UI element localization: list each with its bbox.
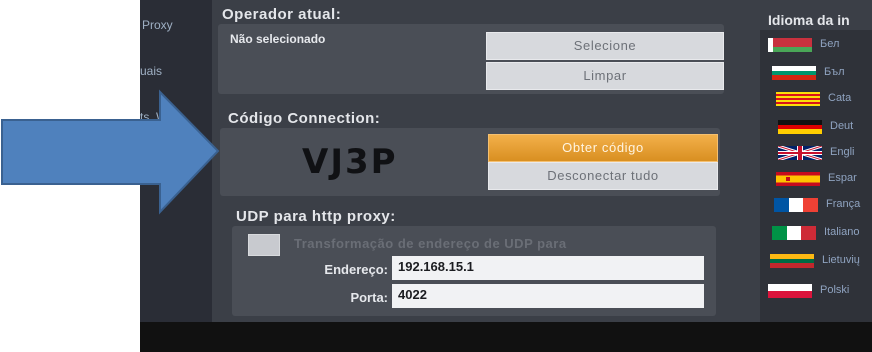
connection-title: Código Connection: (228, 110, 381, 127)
language-title: Idioma da in (768, 12, 850, 28)
language-item-english[interactable]: Engli (778, 142, 872, 164)
language-item-french[interactable]: França (774, 194, 872, 216)
udp-checkbox-label: Transformação de endereço de UDP para (294, 236, 567, 251)
language-item-lithuanian[interactable]: Lietuvių (770, 250, 872, 272)
language-item-bulgarian[interactable]: Бъл (772, 62, 872, 84)
language-label: Бел (820, 38, 840, 50)
lithuania-flag-icon (770, 254, 814, 268)
belarus-flag-icon (768, 38, 812, 52)
language-item-german[interactable]: Deut (778, 116, 872, 138)
language-label: Polski (820, 284, 850, 296)
language-item-catalan[interactable]: Cata (776, 88, 872, 110)
udp-title: UDP para http proxy: (236, 208, 396, 225)
catalonia-flag-icon (776, 92, 820, 106)
poland-flag-icon (768, 284, 812, 298)
language-label: Italiano (824, 226, 860, 238)
tv-bezel (140, 322, 872, 352)
language-item-belarusian[interactable]: Бел (768, 34, 872, 56)
select-operator-button[interactable]: Selecione (486, 32, 724, 60)
language-label: Deut (830, 120, 854, 132)
tv-screen-photo: Proxy uais ts. Wlec Operador atual: Não … (140, 0, 872, 352)
address-field[interactable]: 192.168.15.1 (392, 256, 704, 280)
language-item-italian[interactable]: Italiano (772, 222, 872, 244)
language-list: Бел Бъл Cata Deut Engli Espar França Ita… (760, 30, 872, 322)
port-label: Porta: (350, 290, 388, 305)
operator-title: Operador atual: (222, 6, 342, 23)
connection-code: VJ3P (302, 142, 398, 182)
udp-checkbox[interactable] (248, 234, 280, 256)
language-label: Lietuvių (822, 254, 860, 266)
italy-flag-icon (772, 226, 816, 240)
language-label: Espar (828, 172, 857, 184)
uk-flag-icon (778, 146, 822, 160)
clear-operator-button[interactable]: Limpar (486, 62, 724, 90)
get-code-button[interactable]: Obter código (488, 134, 718, 162)
france-flag-icon (774, 198, 818, 212)
language-label: Cata (828, 92, 852, 104)
language-label: Engli (830, 146, 855, 158)
disconnect-all-button[interactable]: Desconectar tudo (488, 162, 718, 190)
operator-status: Não selecionado (230, 32, 326, 46)
germany-flag-icon (778, 120, 822, 134)
settings-screen: Operador atual: Não selecionado Selecion… (212, 0, 872, 322)
language-item-spanish[interactable]: Espar (776, 168, 872, 190)
address-label: Endereço: (324, 262, 388, 277)
port-field[interactable]: 4022 (392, 284, 704, 308)
arrow-right-icon (1, 89, 220, 215)
spain-flag-icon (776, 172, 820, 186)
language-label: França (826, 198, 861, 210)
bulgaria-flag-icon (772, 66, 816, 80)
language-item-polish[interactable]: Polski (768, 280, 872, 302)
language-label: Бъл (824, 66, 845, 78)
